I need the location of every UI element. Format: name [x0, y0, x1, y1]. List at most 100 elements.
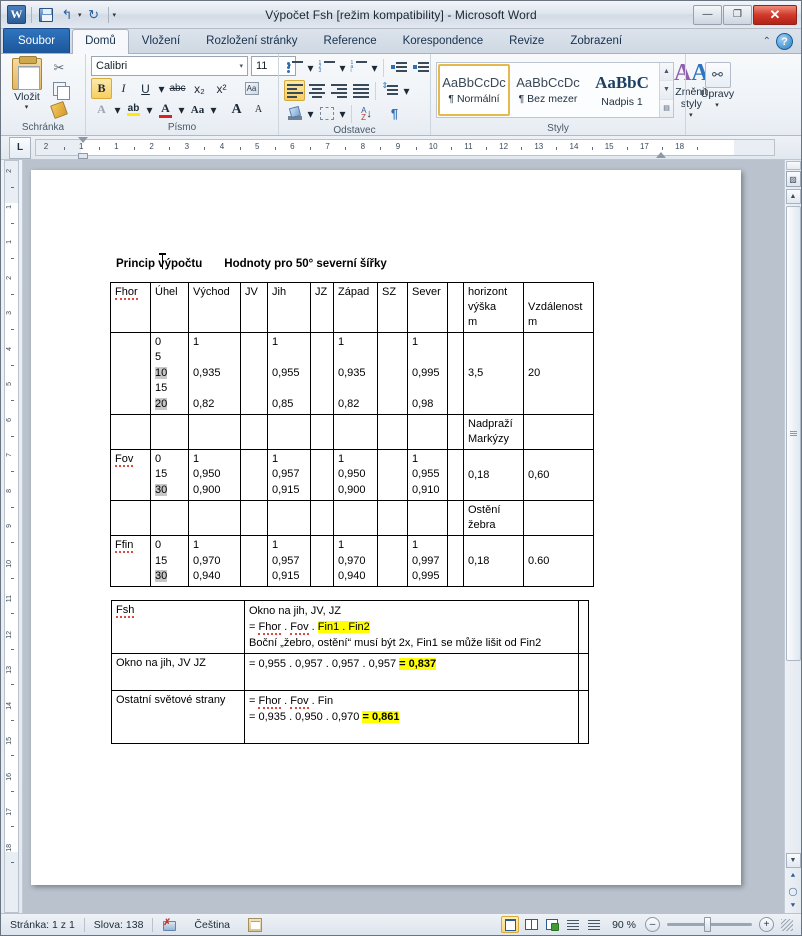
paste-dropdown-icon[interactable]: ▾ [25, 103, 29, 111]
text-highlight-button[interactable]: ab [123, 99, 144, 120]
font-color-button[interactable]: A [155, 99, 176, 120]
previous-page-button[interactable]: ⯅ [786, 869, 801, 883]
tab-soubor[interactable]: Soubor [3, 28, 71, 53]
zoom-in-button[interactable]: + [759, 917, 774, 932]
justify-button[interactable] [350, 80, 371, 101]
customize-qat-icon[interactable]: ▾ [113, 11, 117, 19]
select-browse-object-icon[interactable]: ▨ [785, 171, 801, 187]
text-effects-dropdown-icon[interactable]: ▾ [113, 99, 122, 120]
minimize-ribbon-icon[interactable]: ⌃ [763, 36, 771, 47]
change-case-button[interactable]: Aa [241, 78, 262, 99]
document-canvas[interactable]: Princip výpočtu Hodnoty pro 50° severní š… [23, 160, 784, 913]
page-status[interactable]: Stránka: 1 z 1 [1, 916, 84, 934]
shading-dropdown-icon[interactable]: ▾ [306, 103, 315, 124]
word-logo-icon[interactable]: W [7, 5, 26, 24]
tab-vlozeni[interactable]: Vložení [129, 29, 193, 53]
copy-button[interactable] [48, 79, 70, 100]
cut-button[interactable]: ✂ [48, 58, 70, 78]
style-normalni[interactable]: AaBbCcDc ¶ Normální [438, 64, 510, 116]
vertical-scrollbar[interactable]: ▨ ▲ ▼ ⯅ ◯ ⯆ [784, 160, 801, 913]
borders-button[interactable] [316, 103, 337, 124]
close-button[interactable]: ✕ [753, 4, 797, 25]
styles-more-button[interactable]: ▤ [660, 99, 673, 117]
style-nadpis-1[interactable]: AaBbC Nadpis 1 [586, 64, 658, 116]
bold-button[interactable]: B [91, 78, 112, 99]
superscript-button[interactable]: x² [211, 78, 232, 99]
maximize-button[interactable]: ❐ [723, 4, 752, 25]
multilevel-dropdown-icon[interactable]: ▾ [370, 57, 379, 78]
scroll-thumb[interactable] [785, 206, 801, 661]
scroll-down-button[interactable]: ▼ [785, 853, 801, 868]
decrease-indent-button[interactable] [388, 57, 409, 78]
font-name-combo[interactable]: Calibri ▾ [91, 56, 248, 76]
font-color-dropdown-icon[interactable]: ▾ [177, 99, 186, 120]
scroll-up-button[interactable]: ▲ [785, 189, 801, 204]
change-case-dropdown-icon[interactable]: ▾ [209, 99, 218, 120]
minimize-button[interactable]: — [693, 4, 722, 25]
left-indent-marker[interactable] [78, 153, 88, 159]
tab-reference[interactable]: Reference [311, 29, 390, 53]
change-case-icon[interactable]: Aa [187, 99, 208, 120]
tab-stop-selector[interactable]: L [9, 136, 31, 159]
language-status[interactable]: Čeština [185, 916, 239, 934]
borders-dropdown-icon[interactable]: ▾ [338, 103, 347, 124]
undo-dropdown-icon[interactable]: ▾ [78, 11, 82, 19]
vertical-ruler[interactable]: 2 1 1 2 3 4 5 6 7 8 9 10 11 12 13 14 15 16 17 18 [4, 160, 19, 913]
line-spacing-dropdown-icon[interactable]: ▾ [402, 80, 411, 101]
help-icon[interactable]: ? [776, 33, 793, 50]
outline-view-button[interactable] [564, 916, 582, 933]
redo-button[interactable]: ↻ [85, 6, 103, 24]
formula-table[interactable]: Fsh Okno na jih, JV, JZ = Fhor . Fov . F… [111, 600, 589, 744]
style-bez-mezer[interactable]: AaBbCcDc ¶ Bez mezer [512, 64, 584, 116]
web-layout-view-button[interactable] [543, 916, 561, 933]
paste-button[interactable]: Vložit ▾ [6, 56, 48, 111]
zoom-slider[interactable] [667, 917, 752, 932]
subscript-button[interactable]: x₂ [189, 78, 210, 99]
right-indent-marker[interactable] [656, 152, 666, 158]
strikethrough-button[interactable]: abc [167, 78, 188, 99]
values-table[interactable]: Fhor Úhel Východ JV Jih JZ Západ SZ Seve… [110, 282, 594, 588]
tab-korespondence[interactable]: Korespondence [390, 29, 497, 53]
underline-dropdown-icon[interactable]: ▾ [157, 78, 166, 99]
show-formatting-marks-button[interactable]: ¶ [384, 103, 405, 124]
zoom-out-button[interactable]: – [645, 917, 660, 932]
scroll-track[interactable] [785, 204, 801, 853]
resize-grip-icon[interactable] [781, 918, 793, 931]
select-browse-object-button[interactable]: ◯ [786, 884, 801, 898]
format-painter-button[interactable] [48, 100, 70, 120]
grow-font-button[interactable]: A [226, 99, 247, 120]
increase-indent-button[interactable] [410, 57, 431, 78]
shrink-font-button[interactable]: A [248, 99, 269, 120]
multilevel-list-button[interactable]: 1ai [348, 57, 369, 78]
underline-button[interactable]: U [135, 78, 156, 99]
split-window-handle[interactable] [785, 161, 801, 170]
tab-domu[interactable]: Domů [72, 29, 129, 54]
italic-button[interactable]: I [113, 78, 134, 99]
tab-revize[interactable]: Revize [496, 29, 557, 53]
styles-scroll-down-button[interactable]: ▼ [660, 81, 673, 100]
document-page[interactable]: Princip výpočtu Hodnoty pro 50° severní š… [31, 170, 741, 885]
next-page-button[interactable]: ⯆ [786, 899, 801, 913]
align-right-button[interactable] [328, 80, 349, 101]
align-left-button[interactable] [284, 80, 305, 101]
undo-button[interactable]: ↰ [58, 6, 76, 24]
tab-rozlozeni-stranky[interactable]: Rozložení stránky [193, 29, 310, 53]
editing-dropdown-icon[interactable]: ▾ [715, 100, 719, 112]
first-line-indent-marker[interactable] [78, 137, 88, 143]
numbering-dropdown-icon[interactable]: ▾ [338, 57, 347, 78]
align-center-button[interactable] [306, 80, 327, 101]
tab-zobrazeni[interactable]: Zobrazení [557, 29, 635, 53]
highlight-dropdown-icon[interactable]: ▾ [145, 99, 154, 120]
horizontal-ruler[interactable]: 2 1 1 2 3 4 5 6 7 8 9 10 11 12 13 14 15 17 18 [35, 137, 775, 159]
full-screen-reading-button[interactable] [522, 916, 540, 933]
shading-button[interactable] [284, 103, 305, 124]
word-count-status[interactable]: Slova: 138 [85, 916, 153, 934]
styles-scroll-up-button[interactable]: ▲ [660, 63, 673, 82]
bullets-dropdown-icon[interactable]: ▾ [306, 57, 315, 78]
zoom-level[interactable]: 90 % [606, 919, 642, 931]
bullets-button[interactable] [284, 57, 305, 78]
text-effects-button[interactable]: A [91, 99, 112, 120]
proofing-status[interactable] [153, 916, 185, 934]
zoom-slider-thumb[interactable] [704, 917, 711, 932]
draft-view-button[interactable] [585, 916, 603, 933]
